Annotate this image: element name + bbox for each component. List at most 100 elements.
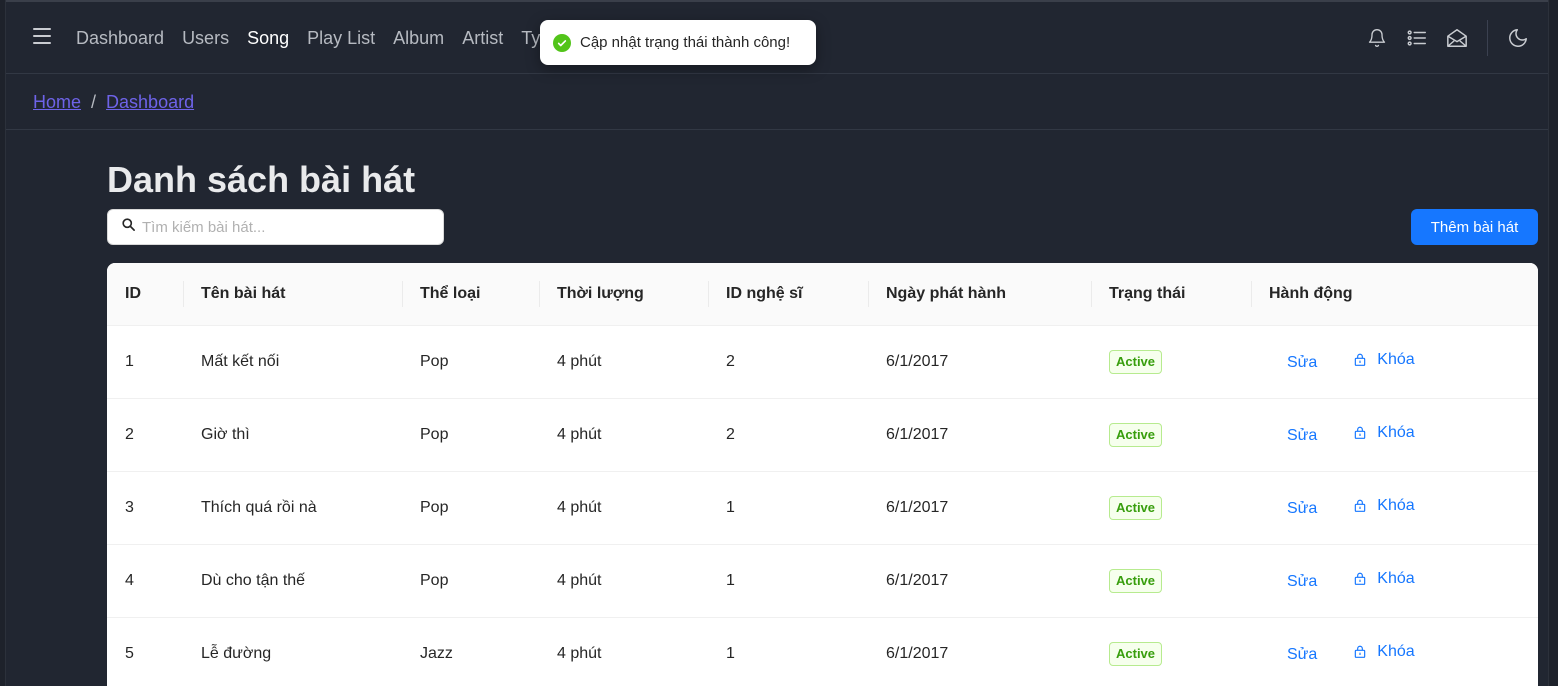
- search-icon: [121, 217, 136, 237]
- col-header-duration[interactable]: Thời lượng: [539, 263, 708, 326]
- cell-duration: 4 phút: [539, 617, 708, 686]
- lock-button[interactable]: Khóa: [1353, 642, 1415, 661]
- col-header-actions[interactable]: Hành động: [1251, 263, 1538, 326]
- edit-button[interactable]: Sửa: [1287, 573, 1317, 591]
- cell-name: Lễ đường: [183, 617, 402, 686]
- lock-icon: [1353, 571, 1367, 586]
- success-toast: Cập nhật trạng thái thành công!: [540, 20, 816, 65]
- mail-open-icon[interactable]: [1437, 20, 1477, 56]
- edit-button[interactable]: Sửa: [1287, 646, 1317, 664]
- table-row: 2 Giờ thì Pop 4 phút 2 6/1/2017 Active Sửa Khóa: [107, 398, 1538, 472]
- breadcrumb: Home / Dashboard: [6, 75, 1548, 130]
- breadcrumb-separator: /: [91, 91, 97, 112]
- list-icon[interactable]: [1397, 20, 1437, 56]
- status-badge: Active: [1109, 568, 1163, 593]
- breadcrumb-home[interactable]: Home: [33, 92, 81, 113]
- cell-duration: 4 phút: [539, 325, 708, 399]
- cell-release: 6/1/2017: [868, 325, 1091, 399]
- breadcrumb-current[interactable]: Dashboard: [106, 92, 194, 113]
- lock-label: Khóa: [1377, 350, 1415, 368]
- cell-artist-id: 2: [708, 398, 868, 472]
- cell-actions: Sửa Khóa: [1251, 544, 1538, 618]
- table-row: 1 Mất kết nối Pop 4 phút 2 6/1/2017 Active Sửa K…: [107, 325, 1538, 399]
- cell-genre: Jazz: [402, 617, 539, 686]
- cell-id: 4: [107, 544, 183, 618]
- cell-artist-id: 1: [708, 471, 868, 545]
- edit-button[interactable]: Sửa: [1287, 354, 1317, 372]
- cell-actions: Sửa Khóa: [1251, 325, 1538, 399]
- check-circle-icon: [553, 33, 571, 52]
- lock-button[interactable]: Khóa: [1353, 497, 1415, 515]
- lock-button[interactable]: Khóa: [1353, 569, 1415, 588]
- col-header-artist-id[interactable]: ID nghệ sĩ: [708, 263, 868, 326]
- col-header-status[interactable]: Trạng thái: [1091, 263, 1251, 326]
- cell-name: Thích quá rồi nà: [183, 471, 402, 545]
- table-row: 3 Thích quá rồi nà Pop 4 phút 1 6/1/2017 Activ…: [107, 471, 1538, 545]
- cell-release: 6/1/2017: [868, 544, 1091, 618]
- cell-id: 5: [107, 617, 183, 686]
- header-divider: [1487, 20, 1488, 56]
- table-header-row: ID Tên bài hát Thể loại Thời lượng ID ng…: [107, 263, 1538, 326]
- lock-icon: [1353, 644, 1367, 659]
- lock-icon: [1353, 425, 1367, 440]
- nav-item-album[interactable]: Album: [393, 26, 444, 50]
- cell-duration: 4 phút: [539, 471, 708, 545]
- edit-button[interactable]: Sửa: [1287, 500, 1317, 518]
- nav-item-song[interactable]: Song: [247, 26, 289, 50]
- col-header-name[interactable]: Tên bài hát: [183, 263, 402, 326]
- header-actions: [1357, 20, 1548, 56]
- cell-duration: 4 phút: [539, 544, 708, 618]
- cell-status: Active: [1091, 617, 1251, 686]
- edit-button[interactable]: Sửa: [1287, 427, 1317, 445]
- toast-message: Cập nhật trạng thái thành công!: [580, 34, 791, 51]
- cell-artist-id: 1: [708, 617, 868, 686]
- search-input[interactable]: [142, 218, 432, 236]
- lock-button[interactable]: Khóa: [1353, 350, 1415, 369]
- lock-icon: [1353, 498, 1367, 513]
- table-row: 4 Dù cho tận thế Pop 4 phút 1 6/1/2017 Active S…: [107, 544, 1538, 618]
- main-nav: Dashboard Users Song Play List Album Art…: [76, 26, 568, 50]
- lock-label: Khóa: [1377, 423, 1415, 441]
- search-box[interactable]: [107, 209, 444, 245]
- cell-actions: Sửa Khóa: [1251, 617, 1538, 686]
- status-badge: Active: [1109, 641, 1163, 666]
- table-row: 5 Lễ đường Jazz 4 phút 1 6/1/2017 Active Sửa Khó…: [107, 617, 1538, 686]
- lock-icon: [1353, 352, 1367, 367]
- nav-item-playlist[interactable]: Play List: [307, 26, 375, 50]
- nav-item-users[interactable]: Users: [182, 26, 229, 50]
- cell-artist-id: 2: [708, 325, 868, 399]
- bell-icon[interactable]: [1357, 20, 1397, 56]
- cell-status: Active: [1091, 398, 1251, 472]
- hamburger-icon[interactable]: [33, 28, 51, 44]
- page-title: Danh sách bài hát: [107, 159, 416, 200]
- cell-status: Active: [1091, 544, 1251, 618]
- cell-genre: Pop: [402, 471, 539, 545]
- cell-duration: 4 phút: [539, 398, 708, 472]
- moon-icon[interactable]: [1498, 20, 1538, 56]
- lock-label: Khóa: [1377, 642, 1415, 660]
- nav-item-dashboard[interactable]: Dashboard: [76, 26, 164, 50]
- add-song-button[interactable]: Thêm bài hát: [1411, 209, 1538, 245]
- cell-genre: Pop: [402, 544, 539, 618]
- cell-name: Dù cho tận thế: [183, 544, 402, 618]
- cell-genre: Pop: [402, 398, 539, 472]
- status-badge: Active: [1109, 349, 1163, 374]
- cell-actions: Sửa Khóa: [1251, 398, 1538, 472]
- cell-name: Mất kết nối: [183, 325, 402, 399]
- cell-release: 6/1/2017: [868, 471, 1091, 545]
- cell-id: 1: [107, 325, 183, 399]
- col-header-release[interactable]: Ngày phát hành: [868, 263, 1091, 326]
- col-header-id[interactable]: ID: [107, 263, 183, 326]
- lock-button[interactable]: Khóa: [1353, 423, 1415, 442]
- cell-id: 2: [107, 398, 183, 472]
- cell-actions: Sửa Khóa: [1251, 471, 1538, 545]
- window-border-right: [1548, 0, 1558, 686]
- cell-status: Active: [1091, 325, 1251, 399]
- nav-item-artist[interactable]: Artist: [462, 26, 503, 50]
- col-header-genre[interactable]: Thể loại: [402, 263, 539, 326]
- status-badge: Active: [1109, 422, 1163, 447]
- cell-release: 6/1/2017: [868, 617, 1091, 686]
- status-badge: Active: [1109, 495, 1163, 520]
- lock-label: Khóa: [1377, 569, 1415, 587]
- cell-name: Giờ thì: [183, 398, 402, 472]
